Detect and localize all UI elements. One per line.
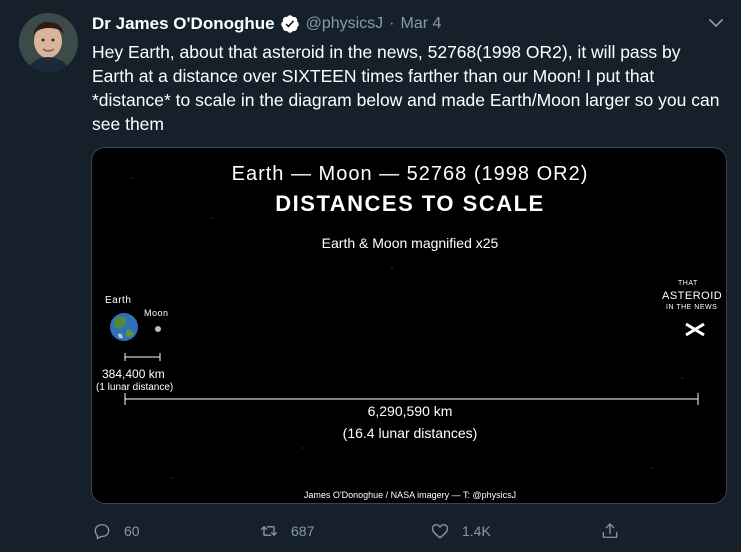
retweet-button[interactable]: 687 <box>259 518 314 544</box>
asteroid-distance-ld: (16.4 lunar distances) <box>342 425 478 441</box>
asteroid-label: ASTEROID <box>662 290 723 302</box>
asteroid-label-top: THAT <box>678 280 698 287</box>
reply-icon <box>94 524 110 540</box>
tweet-text: Hey Earth, about that asteroid in the ne… <box>92 42 720 134</box>
separator: · <box>389 15 395 32</box>
author-name[interactable]: Dr James O'Donoghue <box>92 14 275 34</box>
avatar[interactable] <box>19 13 78 72</box>
retweet-count: 687 <box>291 523 315 539</box>
retweet-icon <box>260 526 278 536</box>
asteroid-label-bottom: IN THE NEWS <box>666 304 718 311</box>
heart-icon <box>431 524 449 539</box>
share-button[interactable] <box>600 518 632 544</box>
image-credit: James O'Donoghue / NASA imagery — T: @ph… <box>303 490 517 500</box>
moon-label: Moon <box>144 308 169 318</box>
diagram-title: Earth — Moon — 52768 (1998 OR2) <box>231 163 589 185</box>
reply-count: 60 <box>124 523 140 539</box>
magnified-note: Earth & Moon magnified x25 <box>321 235 499 251</box>
asteroid-icon <box>685 322 705 337</box>
earth-icon <box>110 313 138 341</box>
share-icon <box>602 523 618 538</box>
tweet-actions: 60 687 1.4K <box>92 518 632 544</box>
asteroid-distance-km: 6,290,590 km <box>367 403 453 419</box>
chevron-down-icon[interactable] <box>707 14 725 32</box>
reply-button[interactable]: 60 <box>92 518 140 544</box>
tweet-media[interactable]: Earth — Moon — 52768 (1998 OR2) DISTANCE… <box>91 147 727 504</box>
tweet-header: Dr James O'Donoghue @physicsJ · Mar 4 <box>92 12 441 36</box>
like-count: 1.4K <box>462 523 491 539</box>
earth-label: Earth <box>105 295 132 306</box>
moon-icon <box>155 326 161 332</box>
tweet-date[interactable]: Mar 4 <box>401 15 442 33</box>
diagram-subtitle: DISTANCES TO SCALE <box>275 191 545 216</box>
moon-distance-ld: (1 lunar distance) <box>96 382 174 393</box>
moon-distance-km: 384,400 km <box>102 367 165 381</box>
author-handle[interactable]: @physicsJ <box>306 15 384 33</box>
like-button[interactable]: 1.4K <box>430 518 491 544</box>
verified-badge-icon <box>280 15 299 33</box>
